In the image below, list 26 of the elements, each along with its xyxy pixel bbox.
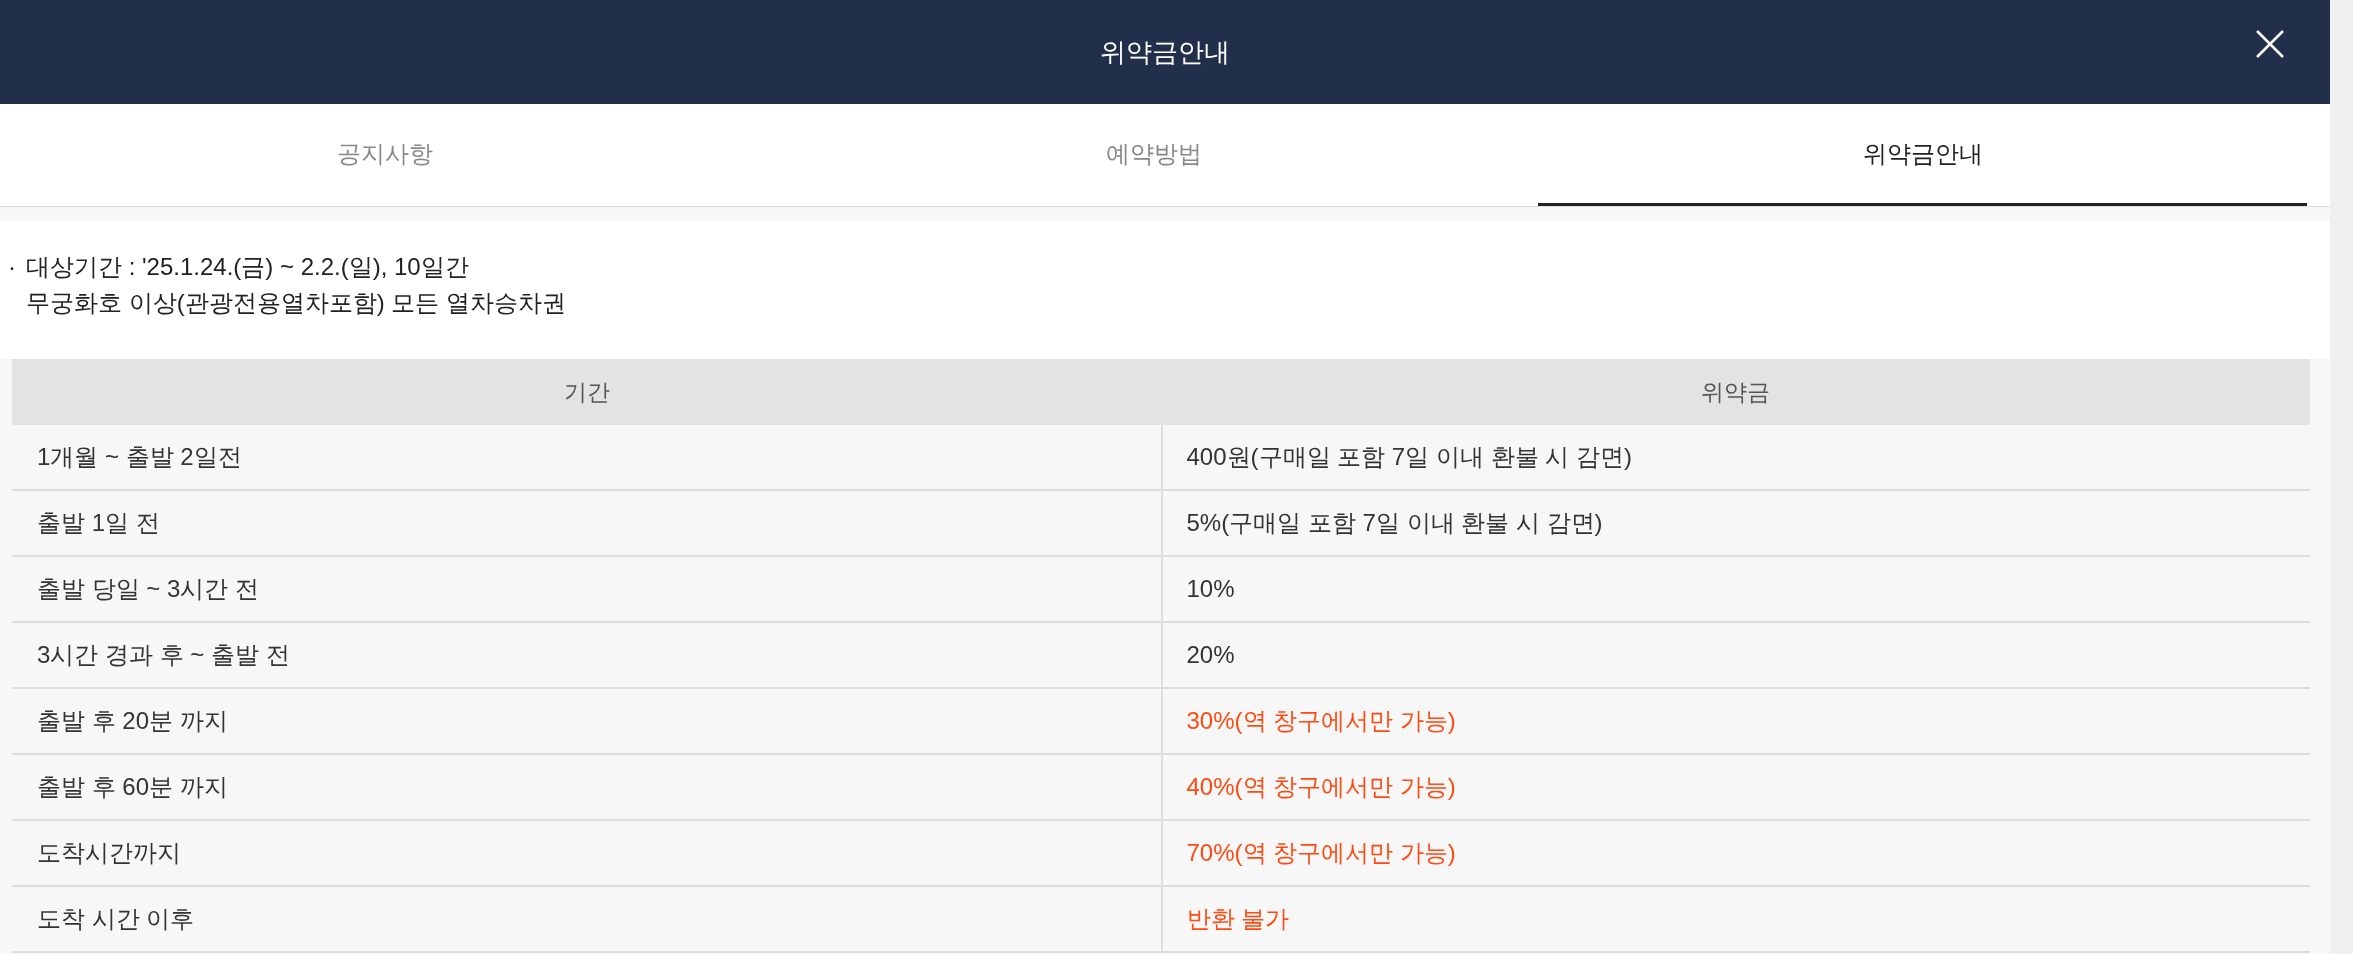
table-cell: 출발 당일 ~ 3시간 전	[12, 557, 1163, 621]
bullet: ·	[8, 252, 17, 282]
table-cell-text: 70%(역 창구에서만 가능)	[1185, 838, 1457, 868]
tab[interactable]: 예약방법	[769, 104, 1538, 206]
close-icon	[2255, 29, 2285, 59]
tab[interactable]: 공지사항	[0, 104, 769, 206]
table-cell-text: 10%	[1185, 574, 1236, 604]
table-cell: 도착시간까지	[12, 821, 1163, 885]
table-cell: 1개월 ~ 출발 2일전	[12, 425, 1163, 489]
table-cell-text: 30%(역 창구에서만 가능)	[1185, 706, 1457, 736]
table-cell-text: 40%(역 창구에서만 가능)	[1185, 772, 1457, 802]
table-cell-text: 5%(구매일 포함 7일 이내 환불 시 감면)	[1185, 508, 1604, 538]
column-header: 기간	[562, 377, 611, 407]
table-cell-text: 반환 불가	[1185, 904, 1291, 934]
notice-text: 대상기간 : '25.1.24.(금) ~ 2.2.(일), 10일간	[26, 252, 470, 282]
column-header: 위약금	[1700, 377, 1771, 407]
notice-text: 무궁화호 이상(관광전용열차포함) 모든 열차승차권	[26, 288, 566, 318]
modal-title: 위약금안내	[1100, 35, 1230, 69]
table-cell: 출발 후 60분 까지	[12, 755, 1163, 819]
table-cell: 출발 후 20분 까지	[12, 689, 1163, 753]
table-cell: 3시간 경과 후 ~ 출발 전	[12, 623, 1163, 687]
table-cell-text: 20%	[1185, 640, 1236, 670]
tab[interactable]: 위약금안내	[1538, 104, 2307, 206]
table-cell-text: 400원(구매일 포함 7일 이내 환불 시 감면)	[1185, 442, 1633, 472]
table-cell: 도착 시간 이후	[12, 887, 1163, 951]
table-cell: 출발 1일 전	[12, 491, 1163, 555]
